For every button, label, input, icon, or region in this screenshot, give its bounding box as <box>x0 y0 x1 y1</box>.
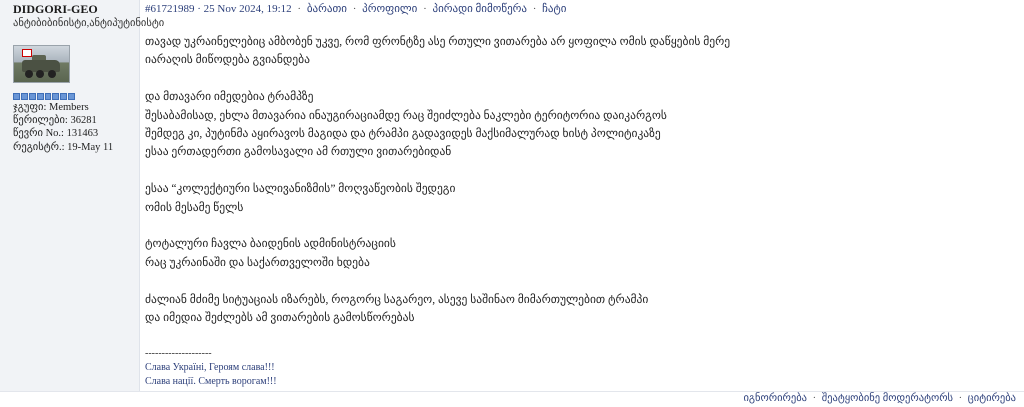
flag-icon <box>22 49 32 57</box>
wheel-shape <box>48 70 56 78</box>
text-line: ესაა ერთადერთი გამოსავალი ამ რთული ვითარ… <box>145 146 452 159</box>
group-label: ჯგუფი: <box>13 102 47 113</box>
separator: · <box>812 393 817 404</box>
report-moderator-link[interactable]: შეატყობინე მოდერატორს <box>822 393 953 404</box>
signature: -------------------- Слава Україні, Геро… <box>145 347 277 389</box>
card-link[interactable]: ბარათი <box>307 3 347 15</box>
separator: · <box>958 393 963 404</box>
text-line: ძალიან მძიმე სიტუაციას იზარებს, როგორც ს… <box>145 293 649 306</box>
group-value: Members <box>49 102 89 113</box>
post-date: 25 Nov 2024, 19:12 <box>203 3 292 15</box>
registered-label: რეგისტრ.: <box>13 141 65 153</box>
separator: · <box>352 3 357 15</box>
rank-pip <box>52 93 60 100</box>
post-header: #61721989 · 25 Nov 2024, 19:12 · ბარათი … <box>145 2 566 15</box>
posts-label: წერილები: <box>13 115 68 127</box>
separator: · <box>532 3 537 15</box>
text-line: იარაღის მიწოდება გვიანდება <box>145 54 310 67</box>
text-line: შემდეგ კი, პუტინმა აყირავოს მაგიდა და ტრ… <box>145 128 661 141</box>
rank-pip <box>44 93 52 100</box>
group-row: ჯგუფი: Members <box>13 101 113 114</box>
text-line: ტოტალური ჩავლა ბაიდენის ადმინისტრაციის <box>145 238 396 251</box>
author-panel: DIDGORI-GEO ანტიბიბინისტი,ანტიპუტინისტი … <box>0 0 165 391</box>
wheel-shape <box>25 70 33 78</box>
text-line: და იმედია შეძლებს ამ ვითარების გამოსწორე… <box>145 312 415 325</box>
registered-row: რეგისტრ.: 19-May 11 <box>13 141 113 154</box>
paragraph: ტოტალური ჩავლა ბაიდენის ადმინისტრაციის რ… <box>145 235 1005 272</box>
signature-line: Слава нації. Смерть ворогам!!! <box>145 376 277 387</box>
posts-value: 36281 <box>70 115 97 127</box>
wheel-shape <box>36 70 44 78</box>
author-title: ანტიბიბინისტი,ანტიპუტინისტი <box>13 18 165 29</box>
member-no-value: 131463 <box>66 128 99 140</box>
rank-pip <box>36 93 44 100</box>
member-no-label: წევრი No.: <box>13 128 64 140</box>
separator: · <box>423 3 427 15</box>
rank-pip <box>28 93 36 100</box>
text-line: რაც უკრაინაში და საქართველოში ხდება <box>145 256 370 269</box>
paragraph: ესაა “კოლექტიური სალივანიზმის” მოღვაწეობ… <box>145 180 1005 217</box>
quote-link[interactable]: ციტირება <box>968 393 1016 404</box>
profile-link[interactable]: პროფილი <box>362 3 417 15</box>
rank-pip <box>13 93 20 100</box>
post-footer: იგნორირება · შეატყობინე მოდერატორს · ციტ… <box>743 392 1016 404</box>
rank-pip <box>20 93 28 100</box>
rank-pip <box>68 93 75 100</box>
paragraph: ძალიან მძიმე სიტუაციას იზარებს, როგორც ს… <box>145 291 1005 328</box>
chat-link[interactable]: ჩატი <box>542 3 566 15</box>
paragraph: და მთავარი იმედებია ტრამპზე შესაბამისად,… <box>145 88 1005 162</box>
post-body: თავად უკრაინელებიც ამბობენ უკვე, რომ ფრო… <box>145 33 1005 346</box>
author-name[interactable]: DIDGORI-GEO <box>13 2 98 17</box>
signature-line: Слава Україні, Героям слава!!! <box>145 362 275 373</box>
posts-row: წერილები: 36281 <box>13 114 113 127</box>
text-line: და მთავარი იმედებია ტრამპზე <box>145 91 314 104</box>
text-line: ომის მესამე წელს <box>145 201 244 214</box>
author-meta: ჯგუფი: Members წერილები: 36281 წევრი No.… <box>13 101 113 154</box>
separator: · <box>297 3 302 15</box>
text-line: თავად უკრაინელებიც ამბობენ უკვე, რომ ფრო… <box>145 36 731 48</box>
signature-separator: -------------------- <box>145 348 212 359</box>
text-line: ესაა “კოლექტიური სალივანიზმის” მოღვაწეობ… <box>145 183 456 196</box>
avatar[interactable] <box>13 45 70 83</box>
paragraph: თავად უკრაინელებიც ამბობენ უკვე, რომ ფრო… <box>145 33 1005 70</box>
rank-bar <box>13 93 75 100</box>
private-message-link[interactable]: პირადი მიმოწერა <box>432 3 527 15</box>
text-line: შესაბამისად, ეხლა მთავარია ინაუგირაციამდ… <box>145 109 667 122</box>
forum-post: DIDGORI-GEO ანტიბიბინისტი,ანტიპუტინისტი … <box>0 0 1024 391</box>
registered-value: 19-May 11 <box>67 141 114 153</box>
rank-pip <box>60 93 68 100</box>
ignore-link[interactable]: იგნორირება <box>743 393 807 404</box>
post-id-link[interactable]: #61721989 <box>145 3 195 15</box>
member-no-row: წევრი No.: 131463 <box>13 127 113 140</box>
